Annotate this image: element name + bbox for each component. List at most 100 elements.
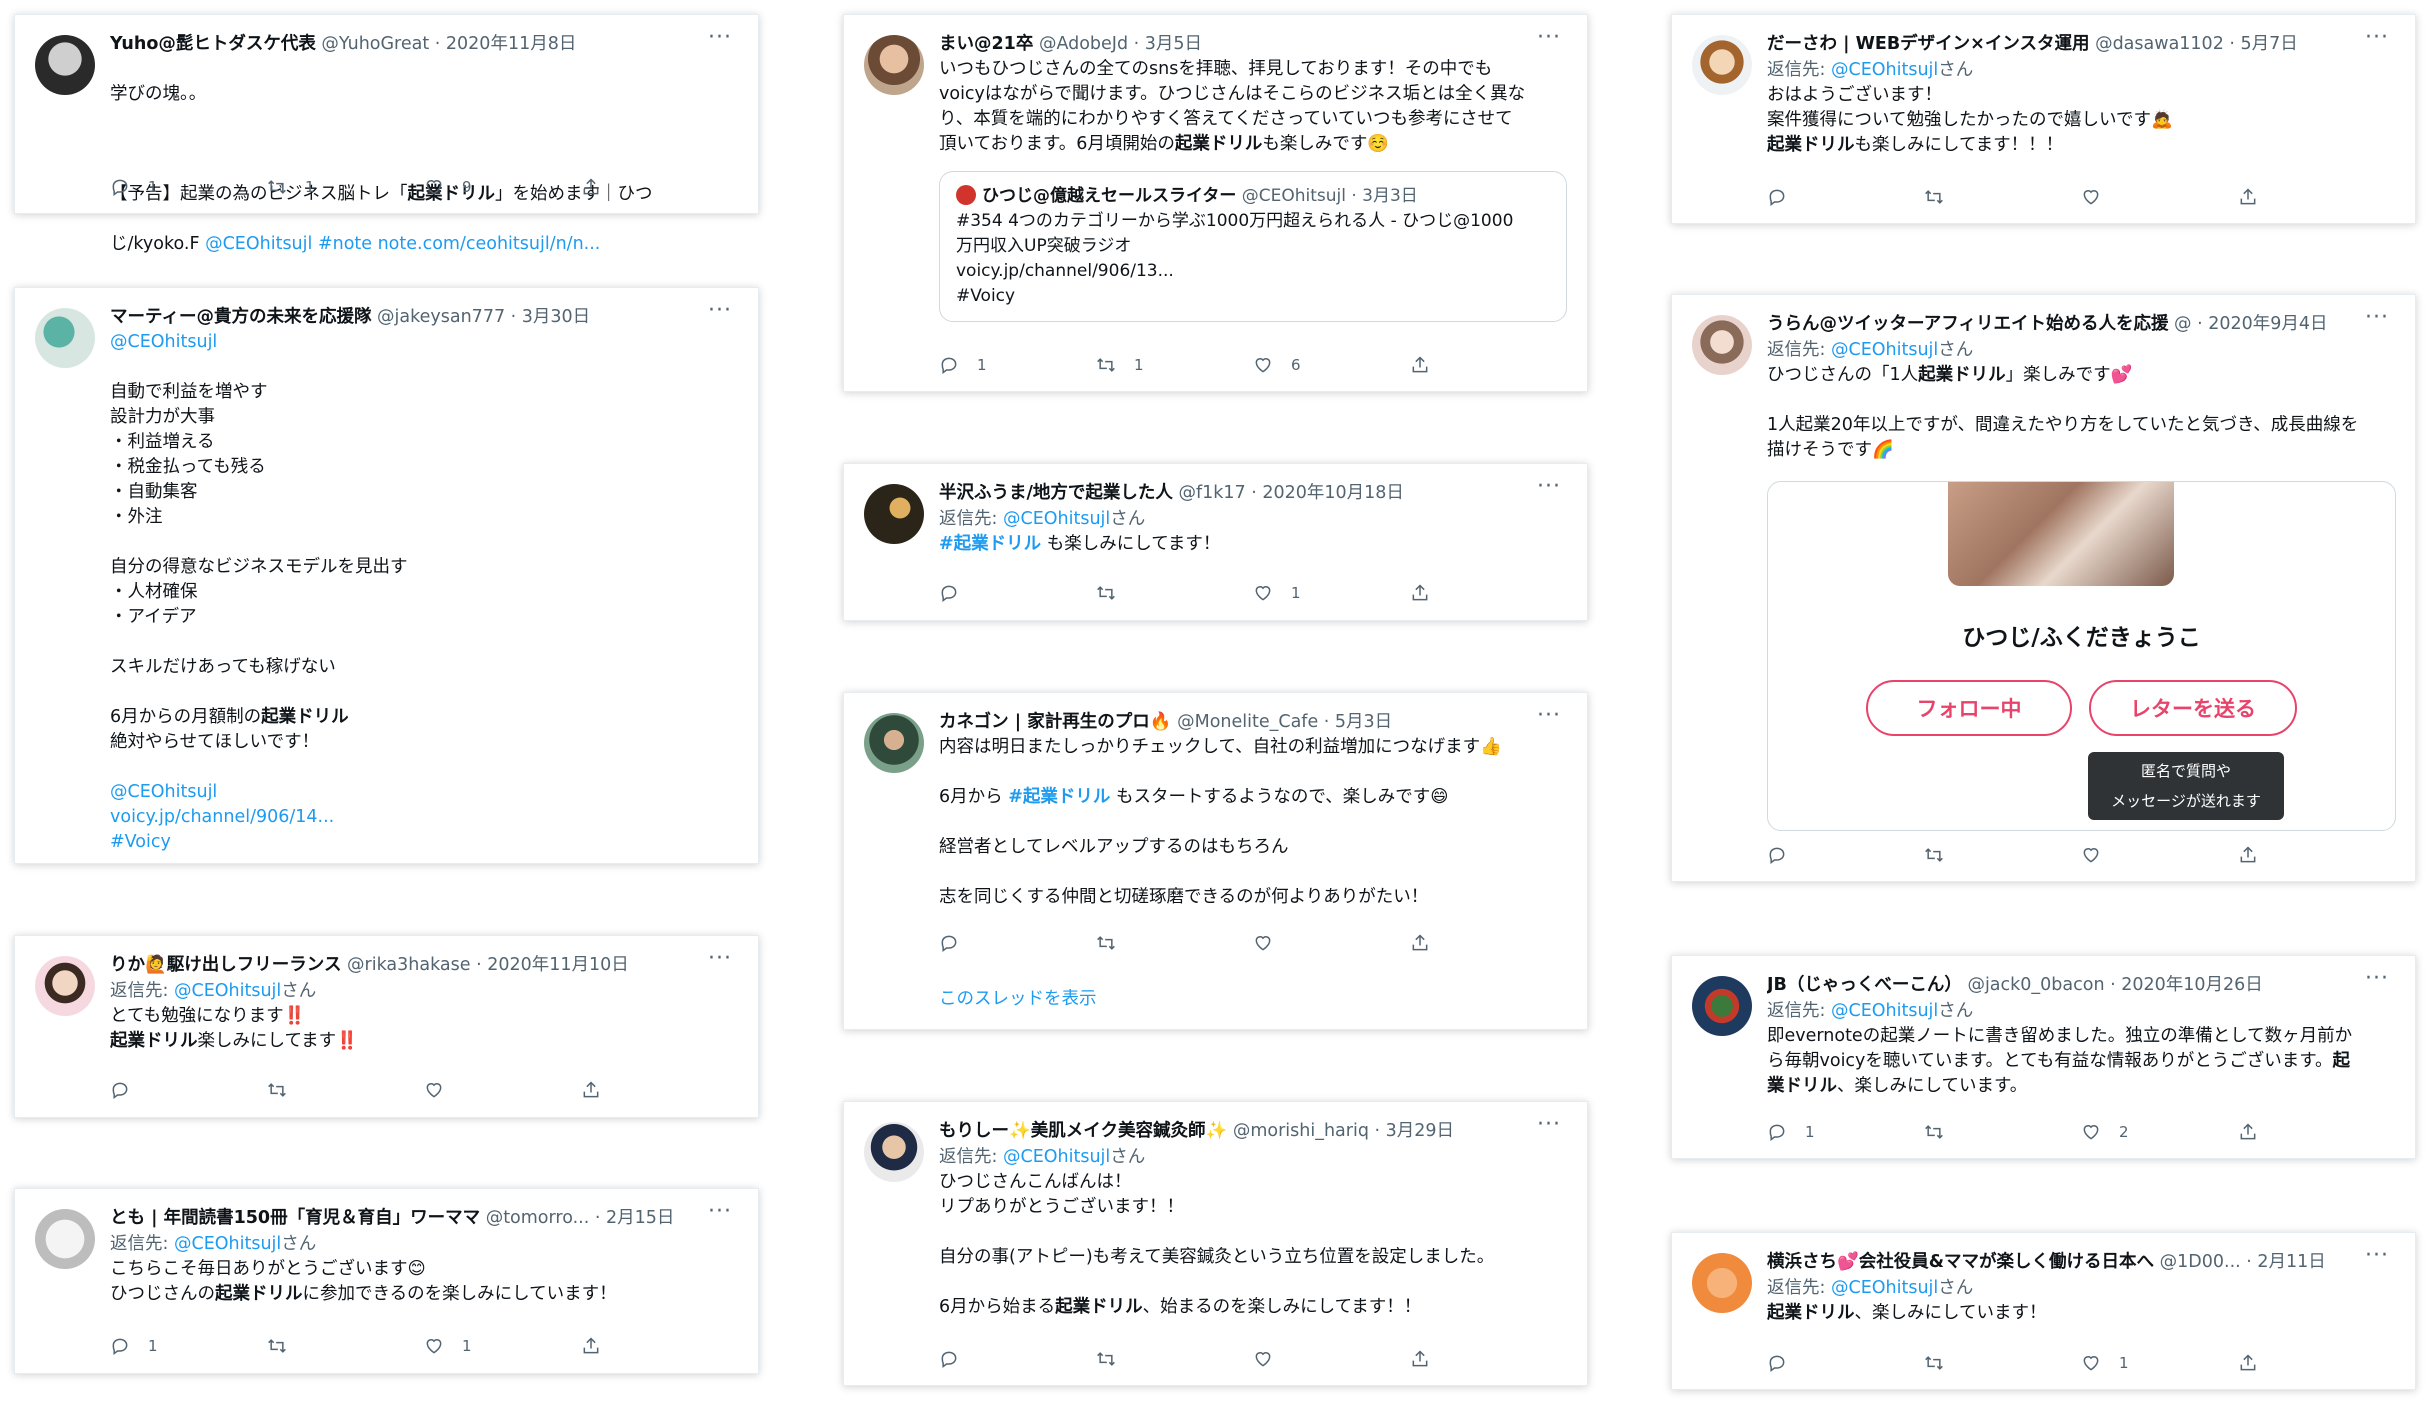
- reply-button[interactable]: [939, 583, 1096, 603]
- retweet-button[interactable]: [1096, 1349, 1253, 1369]
- more-icon[interactable]: ···: [708, 946, 732, 971]
- tweet-card[interactable]: だーさわ | WEBデザイン×インスタ運用 @dasawa1102 · 5月7日…: [1671, 14, 2416, 224]
- author-name[interactable]: Yuho@髭ヒトダスケ代表: [110, 34, 316, 54]
- reply-handle[interactable]: @CEOhitsujl: [1831, 340, 1938, 360]
- share-button[interactable]: [2238, 1353, 2395, 1373]
- like-button[interactable]: [1253, 933, 1410, 953]
- tweet-card[interactable]: JB（じゃっくべーこん） @jack0_0bacon · 2020年10月26日…: [1671, 955, 2416, 1159]
- author-name[interactable]: まい@21卒: [939, 34, 1033, 54]
- tweet-card[interactable]: Yuho@髭ヒトダスケ代表 @YuhoGreat · 2020年11月8日 学び…: [14, 14, 759, 254]
- avatar[interactable]: [35, 35, 95, 95]
- tweet-card[interactable]: うらん@ツイッターアフィリエイト始める人を応援 @ · 2020年9月4日 返信…: [1671, 294, 2416, 882]
- share-button[interactable]: [1410, 1349, 1567, 1369]
- tweet-card[interactable]: もりしー✨美肌メイク美容鍼灸師✨ @morishi_hariq · 3月29日 …: [843, 1101, 1588, 1386]
- retweet-button[interactable]: [1924, 1353, 2081, 1373]
- share-button[interactable]: [1410, 355, 1567, 375]
- tweet-card[interactable]: カネゴン | 家計再生のプロ🔥 @Monelite_Cafe · 5月3日 内容…: [843, 692, 1588, 1030]
- reply-button[interactable]: 1: [939, 355, 1096, 375]
- share-button[interactable]: [1410, 583, 1567, 603]
- reply-button[interactable]: [939, 1349, 1096, 1369]
- like-button[interactable]: [2081, 187, 2238, 207]
- hashtag-link[interactable]: #起業ドリル: [1008, 787, 1110, 807]
- like-button[interactable]: 2: [2081, 1122, 2238, 1142]
- more-icon[interactable]: ···: [2365, 305, 2389, 330]
- author-name[interactable]: マーティー@貴方の未来を応援隊: [110, 307, 371, 327]
- avatar[interactable]: [1692, 1253, 1752, 1313]
- share-button[interactable]: [2238, 187, 2395, 207]
- retweet-button[interactable]: [267, 1336, 424, 1356]
- reply-handle[interactable]: @CEOhitsujl: [174, 1234, 281, 1254]
- quoted-tweet[interactable]: ひつじ@億越えセールスライター @CEOhitsujl · 3月3日 #354 …: [939, 171, 1567, 322]
- reply-button[interactable]: [1767, 1353, 1924, 1373]
- author-name[interactable]: うらん@ツイッターアフィリエイト始める人を応援: [1767, 314, 2168, 334]
- reply-handle[interactable]: @CEOhitsujl: [1831, 1278, 1938, 1298]
- like-button[interactable]: 1: [424, 1336, 581, 1356]
- share-button[interactable]: [581, 1336, 738, 1356]
- more-icon[interactable]: ···: [1537, 474, 1561, 499]
- author-name[interactable]: もりしー✨美肌メイク美容鍼灸師✨: [939, 1121, 1227, 1141]
- retweet-button[interactable]: [1096, 583, 1253, 603]
- reply-button[interactable]: [1767, 187, 1924, 207]
- avatar[interactable]: [864, 484, 924, 544]
- like-button[interactable]: 6: [1253, 355, 1410, 375]
- author-name[interactable]: カネゴン | 家計再生のプロ🔥: [939, 712, 1172, 732]
- reply-button[interactable]: 1: [1767, 1122, 1924, 1142]
- profile-card[interactable]: ひつじ/ふくだきょうこ フォロー中 レターを送る 匿名で質問や メッセージが送れ…: [1767, 481, 2396, 831]
- tweet-card[interactable]: 横浜さち💕会社役員&ママが楽しく働ける日本へ @1D00... · 2月11日 …: [1671, 1232, 2416, 1390]
- tweet-card[interactable]: とも | 年間読書150冊「育児＆育自」ワーママ @tomorro... · 2…: [14, 1188, 759, 1374]
- reply-button[interactable]: 1: [110, 177, 267, 197]
- avatar[interactable]: [864, 1122, 924, 1182]
- retweet-button[interactable]: 1: [267, 177, 424, 197]
- like-button[interactable]: [1253, 1349, 1410, 1369]
- retweet-button[interactable]: 1: [1096, 355, 1253, 375]
- like-button[interactable]: [2081, 845, 2238, 865]
- like-button[interactable]: 1: [1253, 583, 1410, 603]
- hashtag-link[interactable]: #起業ドリル: [939, 534, 1041, 554]
- like-button[interactable]: 1: [2081, 1353, 2238, 1373]
- retweet-button[interactable]: [267, 1080, 424, 1100]
- reply-button[interactable]: 1: [110, 1336, 267, 1356]
- tweet-card[interactable]: りか🙋駆け出しフリーランス @rika3hakase · 2020年11月10日…: [14, 935, 759, 1118]
- avatar[interactable]: [864, 713, 924, 773]
- share-button[interactable]: [1410, 933, 1567, 953]
- show-thread-link[interactable]: このスレッドを表示: [939, 985, 1097, 1010]
- more-icon[interactable]: ···: [2365, 25, 2389, 50]
- tweet-card[interactable]: まい@21卒 @AdobeJd · 3月5日 いつもひつじさんの全てのsnsを拝…: [843, 14, 1588, 392]
- avatar[interactable]: [1692, 35, 1752, 95]
- retweet-button[interactable]: [1096, 933, 1253, 953]
- send-letter-button[interactable]: レターを送る: [2089, 680, 2297, 736]
- share-button[interactable]: [581, 177, 738, 197]
- reply-handle[interactable]: @CEOhitsujl: [1003, 509, 1110, 529]
- reply-handle[interactable]: @CEOhitsujl: [1831, 60, 1938, 80]
- more-icon[interactable]: ···: [708, 298, 732, 323]
- author-name[interactable]: 横浜さち💕会社役員&ママが楽しく働ける日本へ: [1767, 1252, 2154, 1272]
- share-button[interactable]: [581, 1080, 738, 1100]
- reply-handle[interactable]: @CEOhitsujl: [174, 981, 281, 1001]
- more-icon[interactable]: ···: [1537, 1112, 1561, 1137]
- more-icon[interactable]: ···: [708, 25, 732, 50]
- author-name[interactable]: りか🙋駆け出しフリーランス: [110, 955, 341, 975]
- tweet-link[interactable]: @CEOhitsujl #note note.com/ceohitsujl/n/…: [205, 234, 600, 254]
- tweet-card[interactable]: 半沢ふうま/地方で起業した人 @f1k17 · 2020年10月18日 返信先:…: [843, 463, 1588, 621]
- retweet-button[interactable]: [1924, 845, 2081, 865]
- reply-handle[interactable]: @CEOhitsujl: [1003, 1147, 1110, 1167]
- avatar[interactable]: [864, 35, 924, 95]
- reply-button[interactable]: [939, 933, 1096, 953]
- share-button[interactable]: [2238, 845, 2395, 865]
- retweet-button[interactable]: [1924, 187, 2081, 207]
- author-name[interactable]: とも | 年間読書150冊「育児＆育自」ワーママ: [110, 1208, 480, 1228]
- more-icon[interactable]: ···: [2365, 966, 2389, 991]
- like-button[interactable]: [424, 1080, 581, 1100]
- avatar[interactable]: [1692, 976, 1752, 1036]
- avatar[interactable]: [35, 1209, 95, 1269]
- mention-link[interactable]: @CEOhitsujl: [110, 330, 738, 355]
- reply-handle[interactable]: @CEOhitsujl: [1831, 1001, 1938, 1021]
- tweet-card[interactable]: マーティー@貴方の未来を応援隊 @jakeysan777 · 3月30日 @CE…: [14, 287, 759, 864]
- retweet-button[interactable]: [1924, 1122, 2081, 1142]
- author-name[interactable]: JB（じゃっくべーこん）: [1767, 975, 1962, 995]
- more-icon[interactable]: ···: [1537, 25, 1561, 50]
- author-name[interactable]: 半沢ふうま/地方で起業した人: [939, 483, 1173, 503]
- more-icon[interactable]: ···: [708, 1199, 732, 1224]
- follow-button[interactable]: フォロー中: [1866, 680, 2072, 736]
- reply-button[interactable]: [1767, 845, 1924, 865]
